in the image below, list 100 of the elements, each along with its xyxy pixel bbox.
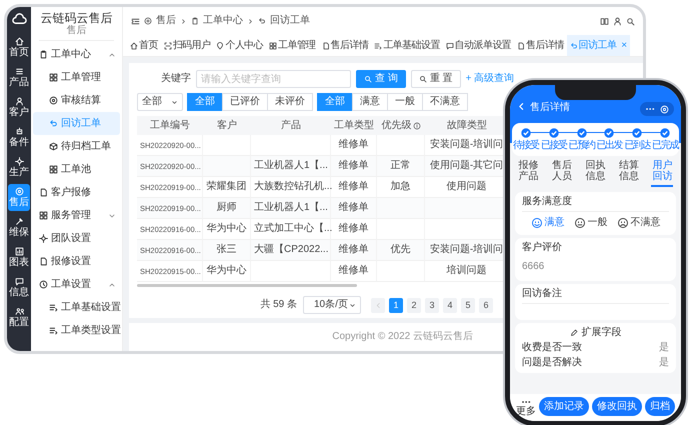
- table-cell: 厨师: [203, 198, 251, 219]
- page-button[interactable]: 3: [425, 298, 439, 312]
- column-header: 客户: [203, 116, 251, 135]
- chevron-left-icon: [374, 302, 382, 308]
- breadcrumb-link[interactable]: 工单中心: [191, 15, 243, 27]
- list-icon: [14, 67, 24, 76]
- rail-item[interactable]: 备件: [8, 124, 30, 151]
- neutral-face-icon: [574, 217, 586, 229]
- page-size-select[interactable]: 10条/页: [303, 296, 361, 314]
- menu-item[interactable]: 工单池: [33, 158, 120, 182]
- tab[interactable]: 结算信息: [618, 160, 640, 187]
- filter-button[interactable]: 满意: [352, 93, 388, 111]
- action-button[interactable]: 添加记录: [539, 397, 589, 416]
- target-icon: [49, 96, 58, 106]
- more-button[interactable]: 更多: [516, 396, 536, 416]
- page-button[interactable]: 4: [443, 298, 457, 312]
- menu-item[interactable]: 团队设置: [33, 227, 120, 250]
- rail-item[interactable]: 信息: [8, 274, 30, 301]
- target-icon: [660, 104, 669, 114]
- menu-item[interactable]: 报修设置: [33, 250, 120, 274]
- step-label: 待接受: [513, 140, 539, 152]
- evaluation-text: 6666: [522, 260, 546, 274]
- menu-item[interactable]: 工单管理: [33, 66, 120, 90]
- tab[interactable]: 售后详情: [318, 35, 372, 56]
- chevron-up-icon: [108, 50, 116, 59]
- document-icon: [322, 42, 330, 50]
- copyright-text: Copyright © 2022 云链码云售后: [332, 331, 473, 343]
- app-subtitle: 售后: [66, 25, 86, 38]
- menu-item[interactable]: 服务管理: [33, 204, 120, 228]
- menu-item[interactable]: 工单设置: [33, 273, 120, 296]
- chevron-up-icon: [108, 280, 116, 289]
- grid-icon: [49, 73, 58, 82]
- table-cell: 维修单: [331, 198, 377, 219]
- filter-select[interactable]: 全部: [137, 93, 183, 111]
- menu-item[interactable]: 工单基础设置: [33, 296, 120, 320]
- rail-item[interactable]: 产品: [8, 64, 30, 91]
- menu-item[interactable]: 工单类型设置: [33, 319, 120, 342]
- home-icon: [130, 42, 138, 50]
- horizontal-scrollbar[interactable]: [137, 284, 357, 287]
- document-icon: [39, 257, 48, 266]
- search-field[interactable]: 请输入关键字查询: [196, 70, 351, 88]
- capsule-menu[interactable]: [640, 102, 674, 116]
- tab[interactable]: 售后详情: [514, 35, 567, 56]
- pencil-icon: [570, 329, 578, 337]
- chevron-right-icon: [180, 18, 187, 24]
- reset-button[interactable]: 重 置: [410, 70, 461, 88]
- box-icon: [49, 142, 58, 152]
- filter-button[interactable]: 已评价: [222, 93, 268, 111]
- page-title: 售后详情: [530, 102, 570, 114]
- menu-item[interactable]: 客户报修: [33, 181, 120, 204]
- action-button[interactable]: 修改回执: [592, 397, 642, 416]
- tab[interactable]: 回执信息: [584, 160, 606, 187]
- tab[interactable]: 报修产品: [518, 160, 540, 187]
- settings-list-icon: [49, 303, 58, 312]
- total-count: 共 59 条: [260, 299, 297, 311]
- rail-item[interactable]: 首页: [8, 34, 30, 61]
- tab[interactable]: 扫码用户: [160, 35, 214, 56]
- field-label: 收费是否一致: [522, 342, 582, 354]
- step-label: 已出发: [596, 140, 622, 152]
- chat-icon: [446, 42, 454, 50]
- clock-icon: [39, 280, 48, 290]
- tab[interactable]: 用户回访: [651, 160, 674, 187]
- rail-item[interactable]: 维保: [8, 214, 30, 241]
- tab[interactable]: 首页: [127, 35, 161, 56]
- card-title: 服务满意度: [522, 196, 573, 208]
- tab[interactable]: 自动派单设置: [442, 35, 514, 56]
- page-button[interactable]: 2: [407, 298, 421, 312]
- breadcrumb-link[interactable]: 回访工单: [258, 15, 310, 27]
- previous-page-button[interactable]: [371, 298, 385, 312]
- tab[interactable]: 个人中心: [213, 35, 266, 56]
- rating-option[interactable]: 不满意: [616, 217, 660, 229]
- tab[interactable]: 工单基础设置: [371, 35, 443, 56]
- filter-button[interactable]: 不满意: [422, 93, 468, 111]
- clipboard-icon: [191, 17, 199, 25]
- filter-button[interactable]: 一般: [387, 93, 423, 111]
- tab[interactable]: 售后人员: [551, 160, 574, 187]
- page-button[interactable]: 6: [479, 298, 493, 312]
- menu-item[interactable]: 待归档工单: [33, 135, 120, 158]
- document-icon: [517, 42, 526, 50]
- tab[interactable]: 工单管理: [266, 35, 319, 56]
- breadcrumb-link[interactable]: 售后: [144, 15, 176, 27]
- return-arrow-icon: [570, 42, 578, 50]
- rail-item[interactable]: 客户: [8, 94, 30, 121]
- rail-item[interactable]: 生产: [8, 154, 30, 181]
- filter-button[interactable]: 未评价: [267, 93, 313, 111]
- grid-icon: [269, 42, 278, 50]
- rating-option[interactable]: 一般: [574, 217, 608, 229]
- step-label: 已接受: [540, 140, 567, 152]
- people-icon: [14, 307, 24, 316]
- page-button[interactable]: 5: [461, 298, 475, 312]
- wrench-icon: [14, 217, 24, 226]
- table-cell: 维修单: [331, 156, 377, 177]
- rail-item[interactable]: 配置: [8, 304, 30, 331]
- menu-item[interactable]: 审核结算: [33, 89, 120, 112]
- rail-item[interactable]: 图表: [8, 244, 30, 271]
- menu-item[interactable]: 工单中心: [33, 43, 120, 66]
- home-icon: [14, 37, 24, 46]
- rating-option[interactable]: 满意: [530, 217, 564, 229]
- action-button[interactable]: 归档: [645, 397, 675, 416]
- user-icon: [613, 16, 622, 26]
